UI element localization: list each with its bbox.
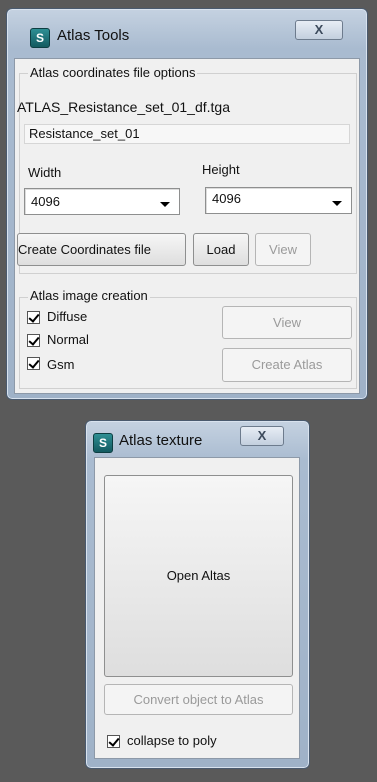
diffuse-label: Diffuse: [47, 309, 88, 324]
diffuse-checkbox[interactable]: [27, 311, 40, 324]
close-button[interactable]: X: [240, 426, 284, 446]
gsm-label: Gsm: [47, 357, 75, 372]
view-coordinates-button[interactable]: View: [255, 233, 311, 266]
height-label: Height: [202, 162, 240, 177]
height-value: 4096: [212, 191, 241, 206]
normal-label: Normal: [47, 332, 89, 347]
coords-group-legend: Atlas coordinates file options: [28, 65, 198, 80]
chevron-down-icon: [160, 202, 170, 207]
collapse-to-poly-checkbox[interactable]: [107, 735, 120, 748]
load-button[interactable]: Load: [193, 233, 249, 266]
create-coordinates-button[interactable]: Create Coordinates file: [17, 233, 186, 266]
atlas-texture-client: Open Altas Convert object to Atlas colla…: [94, 457, 300, 759]
atlas-tools-client: Atlas coordinates file options ATLAS_Res…: [14, 58, 360, 394]
view-atlas-button[interactable]: View: [222, 306, 352, 339]
height-dropdown[interactable]: 4096: [205, 187, 352, 214]
atlas-tools-titlebar[interactable]: S Atlas Tools X: [7, 9, 367, 49]
window-title: Atlas texture: [119, 432, 203, 449]
set-name-field[interactable]: Resistance_set_01: [24, 124, 350, 144]
window-title: Atlas Tools: [57, 27, 130, 44]
gsm-checkbox[interactable]: [27, 357, 40, 370]
normal-checkbox[interactable]: [27, 334, 40, 347]
app-logo-icon: S: [93, 433, 113, 453]
chevron-down-icon: [332, 201, 342, 206]
atlas-tools-window: S Atlas Tools X Atlas coordinates file o…: [6, 8, 368, 400]
convert-object-button[interactable]: Convert object to Atlas: [104, 684, 293, 715]
width-dropdown[interactable]: 4096: [24, 188, 180, 215]
open-atlas-button[interactable]: Open Altas: [104, 475, 293, 677]
collapse-to-poly-label: collapse to poly: [127, 733, 217, 748]
create-atlas-button[interactable]: Create Atlas: [222, 348, 352, 382]
app-logo-icon: S: [30, 28, 50, 48]
atlas-texture-window: S Atlas texture X Open Altas Convert obj…: [85, 420, 310, 769]
close-button[interactable]: X: [295, 20, 343, 40]
width-label: Width: [28, 165, 62, 180]
atlas-texture-titlebar[interactable]: S Atlas texture X: [86, 421, 309, 461]
width-value: 4096: [31, 194, 60, 209]
image-group-legend: Atlas image creation: [28, 288, 150, 303]
atlas-file-name: ATLAS_Resistance_set_01_df.tga: [17, 99, 230, 115]
